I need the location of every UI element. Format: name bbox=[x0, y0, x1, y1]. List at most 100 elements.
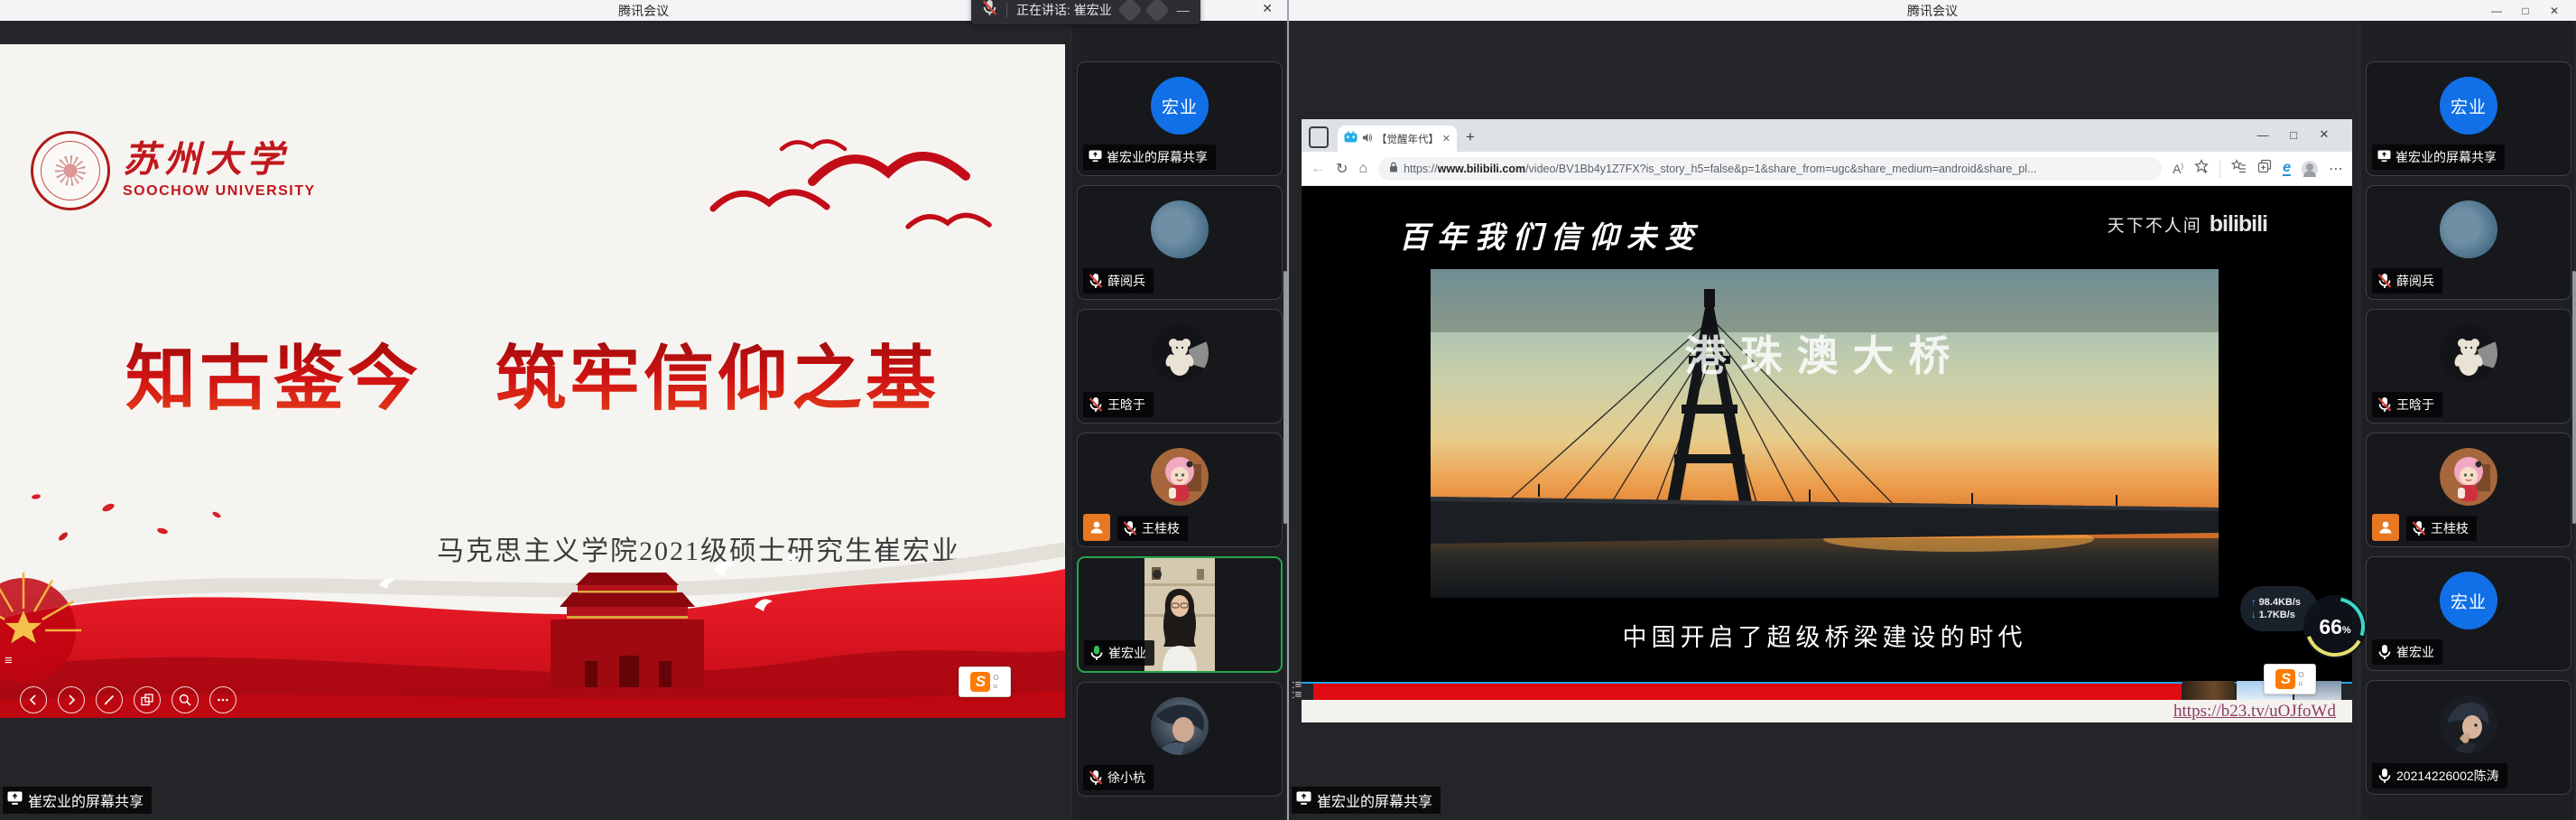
titlebar: 腾讯会议 — □ ✕ bbox=[1289, 0, 2576, 21]
more-button[interactable] bbox=[209, 686, 236, 713]
participants-sidebar: 宏业 崔宏业的屏幕共享 薛阅兵 王晗于 bbox=[2361, 21, 2574, 820]
divider bbox=[1006, 3, 1007, 17]
participant-label: 崔宏业 bbox=[2372, 639, 2442, 665]
screen-share-icon bbox=[2377, 150, 2391, 165]
slide-title: 知古鉴今 筑牢信仰之基 bbox=[0, 322, 1065, 424]
performance-gauge[interactable]: 66% bbox=[2302, 593, 2368, 660]
participant-tile[interactable]: 徐小杭 bbox=[1077, 682, 1283, 797]
participant-tile[interactable]: 宏业 崔宏业 bbox=[2366, 556, 2571, 671]
participant-label: 王桂枝 bbox=[2406, 516, 2477, 541]
browser-toolbar: ← ↻ ⌂ https://www.bilibili.com/video/BV1… bbox=[1302, 152, 2352, 186]
shared-screen-area: 苏州大学 SOOCHOW UNIVERSITY 知古鉴今 筑牢信仰之基 马克思主… bbox=[0, 21, 1070, 820]
back-button[interactable]: ← bbox=[1311, 161, 1325, 177]
video-watermark: 天下不人间 bilibili bbox=[2108, 211, 2267, 238]
participant-label: 徐小杭 bbox=[1083, 765, 1154, 790]
next-slide-button[interactable] bbox=[58, 686, 85, 713]
mic-muted-icon bbox=[1089, 273, 1103, 289]
participant-tile[interactable]: 20214226002陈涛 bbox=[2366, 680, 2571, 795]
prev-slide-button[interactable] bbox=[20, 686, 47, 713]
member-icon bbox=[1083, 514, 1110, 541]
floatbar-minimize-button[interactable]: — bbox=[1177, 3, 1190, 17]
mic-muted-icon bbox=[1123, 520, 1137, 536]
browser-close-button[interactable]: ✕ bbox=[2309, 122, 2340, 147]
screen-share-icon bbox=[1089, 150, 1102, 165]
red-birds-decoration bbox=[695, 126, 1038, 261]
avatar bbox=[2440, 695, 2497, 753]
tab-audio-icon[interactable] bbox=[1362, 131, 1372, 147]
participant-label: 20214226002陈涛 bbox=[2372, 763, 2507, 788]
video-player[interactable]: 百年我们信仰未变 天下不人间 bilibili 港珠澳大桥 中国开启了超级桥梁建… bbox=[1302, 186, 2352, 682]
favorite-star-icon[interactable] bbox=[2194, 159, 2209, 178]
participant-label: 薛阅兵 bbox=[2372, 268, 2442, 294]
new-tab-button[interactable]: + bbox=[1466, 128, 1475, 146]
browser-minimize-button[interactable]: — bbox=[2247, 122, 2278, 147]
refresh-button[interactable]: ↻ bbox=[1336, 160, 1348, 178]
avatar: 宏业 bbox=[1151, 77, 1209, 135]
participant-tile[interactable]: 宏业 崔宏业的屏幕共享 bbox=[2366, 61, 2571, 176]
slide-image-strip bbox=[2182, 681, 2341, 701]
home-button[interactable]: ⌂ bbox=[1358, 161, 1367, 177]
collections-icon[interactable] bbox=[2257, 159, 2272, 178]
browser-tabstrip: 【觉醒年代】百年来，我们 ✕ + — □ ✕ bbox=[1302, 119, 2352, 152]
participant-tile[interactable]: 王晗于 bbox=[2366, 309, 2571, 424]
magnifier-button[interactable] bbox=[171, 686, 199, 713]
pen-button[interactable] bbox=[96, 686, 123, 713]
participants-sidebar: 宏业 崔宏业的屏幕共享 薛阅兵 王晗于 bbox=[1072, 21, 1285, 820]
slide-panel-button[interactable] bbox=[134, 686, 161, 713]
participant-tile[interactable]: 王晗于 bbox=[1077, 309, 1283, 424]
university-name-en: SOOCHOW UNIVERSITY bbox=[123, 183, 316, 200]
participant-tile[interactable]: 薛阅兵 bbox=[2366, 185, 2571, 300]
participant-label: 王桂枝 bbox=[1117, 516, 1188, 541]
mic-muted-icon bbox=[1089, 396, 1103, 413]
close-button[interactable]: ✕ bbox=[2540, 0, 2569, 21]
speaking-floatbar[interactable]: 正在讲话: 崔宏业 — bbox=[971, 0, 1200, 24]
screen-share-icon bbox=[7, 791, 23, 810]
participant-label: 王晗于 bbox=[1083, 392, 1154, 417]
avatar bbox=[1151, 697, 1209, 755]
favorites-bar-icon[interactable] bbox=[2231, 159, 2247, 178]
outline-toggle-icon[interactable]: :≡:≡ bbox=[1292, 679, 1302, 699]
browser-maximize-button[interactable]: □ bbox=[2278, 122, 2309, 147]
avatar bbox=[2440, 324, 2497, 382]
participant-tile[interactable]: 王桂枝 bbox=[1077, 433, 1283, 547]
speaking-label: 正在讲话: 崔宏业 bbox=[1016, 1, 1112, 19]
url-bar[interactable]: https://www.bilibili.com/video/BV1Bb4y1Z… bbox=[1378, 157, 2162, 181]
avatar bbox=[2440, 448, 2497, 506]
sogou-ime-badge: S Ou bbox=[2264, 664, 2316, 694]
mic-muted-icon bbox=[2412, 520, 2426, 536]
mic-active-icon bbox=[1089, 645, 1104, 661]
bilibili-logo: bilibili bbox=[2210, 211, 2267, 238]
url-text: https://www.bilibili.com/video/BV1Bb4y1Z… bbox=[1404, 163, 2036, 175]
video-share-link[interactable]: https://b23.tv/uOJfoWd bbox=[2173, 702, 2336, 722]
participant-tile[interactable]: 王桂枝 bbox=[2366, 433, 2571, 547]
member-icon bbox=[2372, 514, 2399, 541]
sidebar-scrollbar[interactable] bbox=[1283, 271, 1287, 524]
tab-title: 【觉醒年代】百年来，我们 bbox=[1376, 132, 1438, 146]
minimize-button[interactable]: — bbox=[2482, 0, 2511, 21]
floatbar-icon[interactable] bbox=[1117, 0, 1143, 23]
mic-muted-icon bbox=[2377, 273, 2392, 289]
floatbar-icon[interactable] bbox=[1144, 0, 1170, 23]
browser-more-icon[interactable]: ⋯ bbox=[2329, 160, 2343, 178]
participant-label: 王晗于 bbox=[2372, 392, 2442, 417]
participant-tile[interactable]: 薛阅兵 bbox=[1077, 185, 1283, 300]
dual-meeting-screenshot: { "window": { "title": "腾讯会议", "close": … bbox=[0, 0, 2576, 820]
outline-toggle-icon[interactable]: ≡ bbox=[5, 657, 13, 666]
lock-icon bbox=[1389, 161, 1398, 177]
participant-label: 崔宏业的屏幕共享 bbox=[2372, 144, 2505, 170]
ie-mode-icon[interactable]: e bbox=[2283, 162, 2291, 176]
avatar bbox=[1151, 324, 1209, 382]
participant-tile-speaking[interactable]: 崔宏业 bbox=[1077, 556, 1283, 673]
university-name-cn: 苏州大学 bbox=[123, 142, 316, 178]
close-button[interactable]: ✕ bbox=[1262, 1, 1273, 16]
read-aloud-icon[interactable]: A) bbox=[2173, 162, 2183, 176]
mic-muted-icon bbox=[1089, 769, 1103, 786]
profile-icon[interactable] bbox=[2302, 161, 2318, 177]
video-caption-top: 百年我们信仰未变 bbox=[1399, 213, 1702, 256]
sidebar-scrollbar[interactable] bbox=[2572, 271, 2576, 524]
tab-close-icon[interactable]: ✕ bbox=[1442, 133, 1450, 144]
browser-tab[interactable]: 【觉醒年代】百年来，我们 ✕ bbox=[1338, 126, 1457, 152]
participant-tile[interactable]: 宏业 崔宏业的屏幕共享 bbox=[1077, 61, 1283, 176]
tab-search-icon[interactable] bbox=[1309, 126, 1329, 148]
maximize-button[interactable]: □ bbox=[2511, 0, 2540, 21]
